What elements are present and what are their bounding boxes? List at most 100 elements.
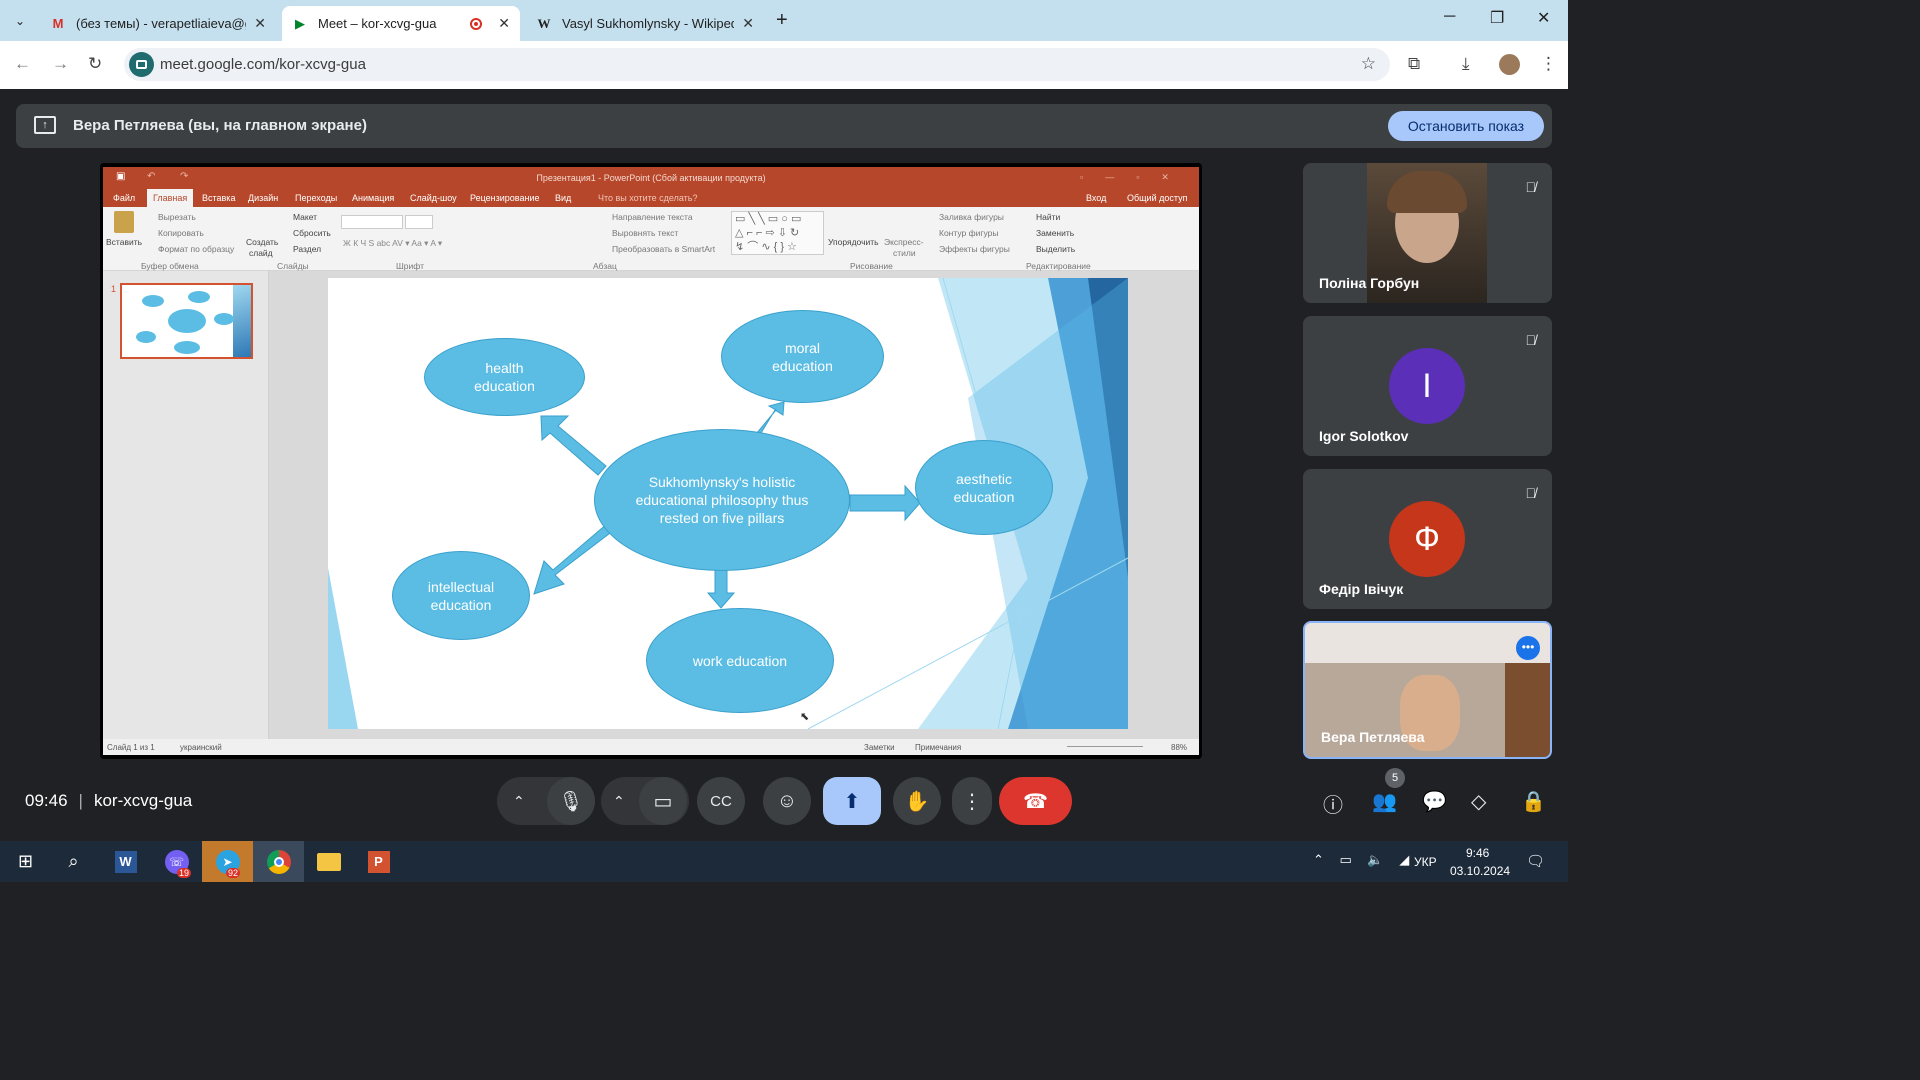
people-icon[interactable]: 👥 (1372, 789, 1397, 814)
comments-button: Примечания (915, 743, 962, 752)
bookmark-star-icon[interactable]: ☆ (1361, 54, 1376, 74)
slide-canvas: Sukhomlynsky's holistic educational phil… (328, 278, 1128, 729)
menu-dots-icon[interactable]: ⋮ (1540, 54, 1557, 74)
host-controls-icon[interactable]: 🔒 (1521, 789, 1546, 814)
present-button[interactable]: ⬆ (823, 777, 881, 825)
participant-tile-self[interactable]: ••• Вера Петляева (1303, 621, 1552, 759)
minimize-icon[interactable]: ─ (1444, 8, 1455, 26)
powerpoint-ribbon: Вставить Вырезать Копировать Формат по о… (103, 207, 1199, 271)
group-label: Абзац (593, 261, 617, 271)
chrome-icon[interactable] (253, 841, 304, 882)
close-window-icon[interactable]: ✕ (1537, 8, 1550, 28)
tab-meet[interactable]: ▶ Meet – kor-xcvg-gua ✕ (282, 6, 520, 41)
align-text-label: Выровнять текст (612, 228, 679, 238)
tab-title: Meet – kor-xcvg-gua (318, 16, 437, 31)
meeting-code: kor-xcvg-gua (93, 791, 193, 810)
system-tray-icons[interactable]: ⌃ ▭ 🔈 ◢ (1313, 852, 1415, 868)
activities-icon[interactable]: ◇ (1471, 789, 1486, 814)
keyboard-language[interactable]: УКР (1414, 855, 1437, 869)
replace-label: Заменить (1036, 228, 1075, 238)
more-options-button[interactable]: ⋮ (952, 777, 992, 825)
raise-hand-button[interactable]: ✋ (893, 777, 941, 825)
gmail-icon: M (52, 16, 64, 31)
save-icon: ▣ (116, 171, 126, 182)
download-icon[interactable]: ⤓ (1462, 54, 1470, 74)
tab-search-button[interactable]: ⌄ (8, 9, 32, 33)
info-icon[interactable]: ⓘ (1323, 789, 1343, 818)
tab-gmail[interactable]: M (без темы) - verapetliaieva@gm ✕ (40, 6, 276, 41)
tab-title: Vasyl Sukhomlynsky - Wikipedia (562, 16, 735, 31)
font-size-box (405, 215, 433, 229)
url-text: meet.google.com/kor-xcvg-gua (160, 56, 366, 73)
reload-icon[interactable]: ↻ (88, 54, 102, 74)
word-icon[interactable]: W (100, 841, 151, 882)
meeting-time: 09:46 (25, 791, 68, 810)
group-label: Шрифт (396, 261, 424, 271)
back-icon[interactable]: ← (14, 54, 31, 74)
extensions-icon[interactable]: ⧉ (1408, 54, 1420, 74)
ribbon-tab: Слайд-шоу (410, 193, 457, 203)
font-name-box (341, 215, 403, 229)
viber-icon[interactable]: ☏ (151, 841, 202, 882)
close-tab-icon[interactable]: ✕ (498, 15, 510, 32)
avatar: Ф (1389, 501, 1465, 577)
shape-outline-label: Контур фигуры (939, 228, 999, 238)
file-explorer-icon[interactable] (303, 841, 354, 882)
participant-tile[interactable]: Поліна Горбун 🎙̸ (1303, 163, 1552, 303)
pillar-moral: moral education (721, 310, 884, 403)
group-label: Слайды (277, 261, 309, 271)
new-tab-button[interactable]: + (776, 9, 788, 32)
emoji-button[interactable]: ☺ (763, 777, 811, 825)
start-icon[interactable]: ⊞ (0, 841, 51, 882)
tab-wikipedia[interactable]: W Vasyl Sukhomlynsky - Wikipedia ✕ (526, 6, 764, 41)
powerpoint-ribbon-tabs: Файл Главная Вставка Дизайн Переходы Ани… (103, 189, 1199, 207)
participant-tile[interactable]: I Igor Solotkov 🎙̸ (1303, 316, 1552, 456)
mic-button[interactable]: 🎙 (547, 777, 595, 825)
forward-icon[interactable]: → (52, 54, 69, 74)
ribbon-tab-home: Главная (147, 189, 194, 207)
tray-time[interactable]: 9:46 (1466, 846, 1489, 860)
profile-avatar[interactable] (1499, 54, 1520, 75)
powerpoint-status-bar: Слайд 1 из 1 украинский Заметки Примечан… (103, 739, 1199, 755)
redo-icon: ↷ (180, 171, 189, 182)
leave-call-button[interactable]: ☎ (999, 777, 1072, 825)
telegram-badge: 92 (226, 868, 241, 878)
participant-name: Igor Solotkov (1319, 428, 1409, 444)
chat-icon[interactable]: 💬 (1422, 789, 1447, 814)
powerpoint-icon[interactable]: P (353, 841, 404, 882)
presenting-banner: ↑ Вера Петляева (вы, на главном экране) … (16, 104, 1552, 148)
close-tab-icon[interactable]: ✕ (254, 15, 266, 32)
video-group: ⌃ ▭ (601, 777, 689, 825)
close-tab-icon[interactable]: ✕ (742, 15, 754, 32)
cut-label: Вырезать (158, 212, 196, 222)
notifications-icon[interactable]: 🗨 (1526, 852, 1545, 870)
stop-presenting-button[interactable]: Остановить показ (1388, 111, 1544, 141)
presenting-label: Вера Петляева (вы, на главном экране) (73, 117, 367, 134)
more-options-icon[interactable]: ••• (1516, 636, 1540, 660)
chevron-up-icon[interactable]: ⌃ (613, 793, 625, 810)
audio-group: ⌃ 🎙 (497, 777, 595, 825)
ribbon-tab: Переходы (295, 193, 338, 203)
shape-fill-label: Заливка фигуры (939, 212, 1004, 222)
ribbon-tab: Вид (555, 193, 572, 203)
quick-styles-label: Экспресс- (884, 237, 924, 247)
tray-date[interactable]: 03.10.2024 (1450, 864, 1510, 878)
group-label: Редактирование (1026, 261, 1091, 271)
captions-button[interactable]: CC (697, 777, 745, 825)
participant-name: Вера Петляева (1321, 729, 1425, 745)
search-icon[interactable]: ⌕ (48, 841, 99, 882)
participant-tile[interactable]: Ф Федір Івічук 🎙̸ (1303, 469, 1552, 609)
site-info-icon[interactable] (129, 52, 154, 77)
ribbon-tab: Дизайн (248, 193, 279, 203)
browser-tab-strip: ⌄ M (без темы) - verapetliaieva@gm ✕ ▶ M… (0, 0, 1568, 41)
camera-button[interactable]: ▭ (639, 777, 687, 825)
chevron-up-icon[interactable]: ⌃ (513, 793, 525, 810)
meeting-time-code: 09:46 | kor-xcvg-gua (25, 791, 193, 810)
reset-label: Сбросить (293, 228, 331, 238)
restore-icon[interactable]: ❐ (1490, 8, 1504, 28)
muted-mic-icon: 🎙̸ (1525, 332, 1537, 348)
window-controls: ▫—▫✕ (1080, 172, 1191, 182)
meet-icon: ▶ (295, 15, 305, 31)
address-bar[interactable]: meet.google.com/kor-xcvg-gua ☆ (124, 48, 1390, 81)
pillar-health: health education (424, 338, 585, 416)
